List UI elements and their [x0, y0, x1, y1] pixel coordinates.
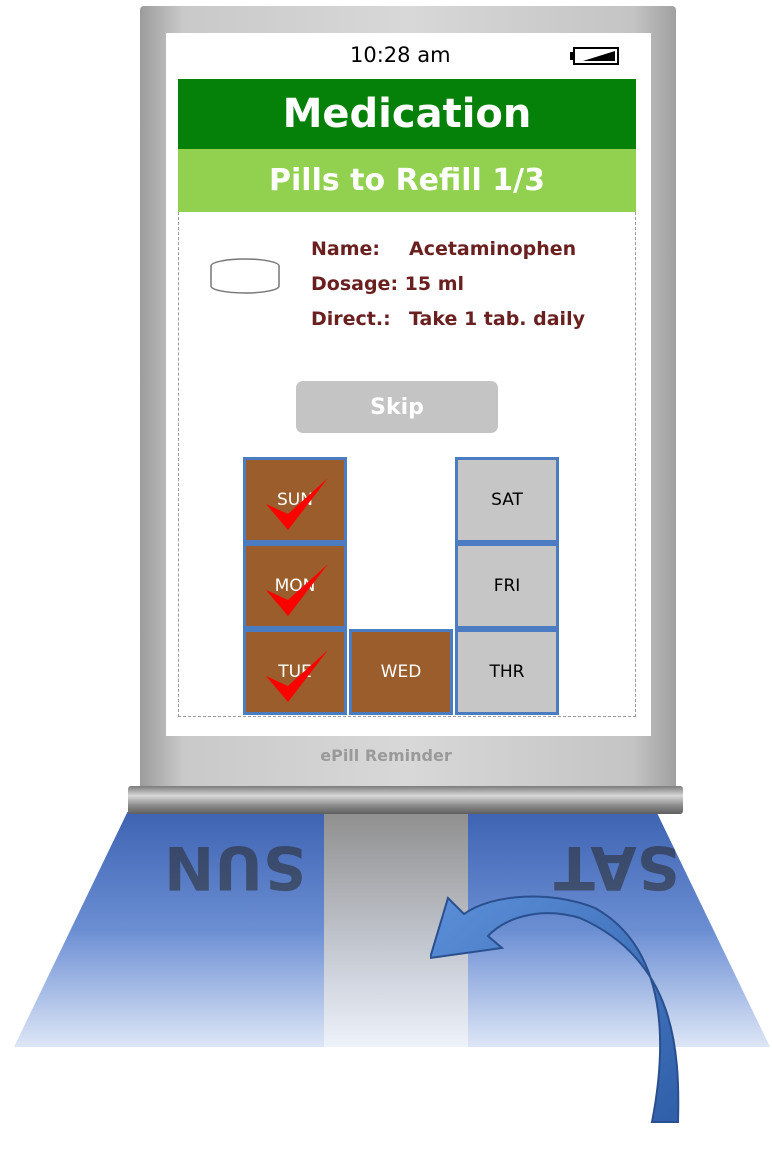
dosage-label: Dosage:	[311, 273, 399, 295]
rotate-arrow-icon	[430, 895, 680, 1123]
dosage-row: Dosage: 15 ml	[311, 267, 585, 302]
pill-bottle-icon	[210, 258, 280, 294]
day-cell-wed[interactable]: WED	[349, 629, 453, 715]
skip-button[interactable]: Skip	[296, 381, 498, 433]
checkmark-icon	[266, 478, 328, 530]
day-cell-sat[interactable]: SAT	[455, 457, 559, 543]
base-glyph-sun: SUN	[164, 832, 307, 902]
device-hinge	[128, 786, 683, 814]
battery-icon	[570, 47, 619, 65]
day-cell-tue[interactable]: TUE	[243, 629, 347, 715]
day-cell-sun[interactable]: SUN	[243, 457, 347, 543]
checkmark-icon	[266, 650, 328, 702]
device-brand: ePill Reminder	[320, 746, 452, 765]
day-label: SAT	[491, 490, 523, 510]
base-glyph-sat: SAT	[554, 832, 680, 902]
medication-info: Name: Acetaminophen Dosage: 15 ml Direct.…	[311, 232, 585, 337]
name-value: Acetaminophen	[409, 238, 577, 260]
name-label: Name:	[311, 238, 381, 260]
day-label: THR	[489, 662, 525, 682]
name-row: Name: Acetaminophen	[311, 232, 585, 267]
direction-value: Take 1 tab. daily	[409, 308, 585, 330]
day-label: WED	[380, 662, 422, 682]
dosage-value: 15 ml	[404, 273, 465, 295]
day-cell-thr[interactable]: THR	[455, 629, 559, 715]
day-cell-fri[interactable]: FRI	[455, 543, 559, 629]
day-label: FRI	[493, 576, 521, 596]
direction-label: Direct.:	[311, 308, 391, 330]
day-cell-mon[interactable]: MON	[243, 543, 347, 629]
phone-screen: 10:28 am Medication Pills to Refill 1/3 …	[166, 33, 651, 736]
checkmark-icon	[266, 564, 328, 616]
direction-row: Direct.: Take 1 tab. daily	[311, 302, 585, 337]
status-time: 10:28 am	[350, 43, 451, 67]
app-title: Medication	[178, 79, 636, 149]
page-subtitle: Pills to Refill 1/3	[178, 149, 636, 212]
